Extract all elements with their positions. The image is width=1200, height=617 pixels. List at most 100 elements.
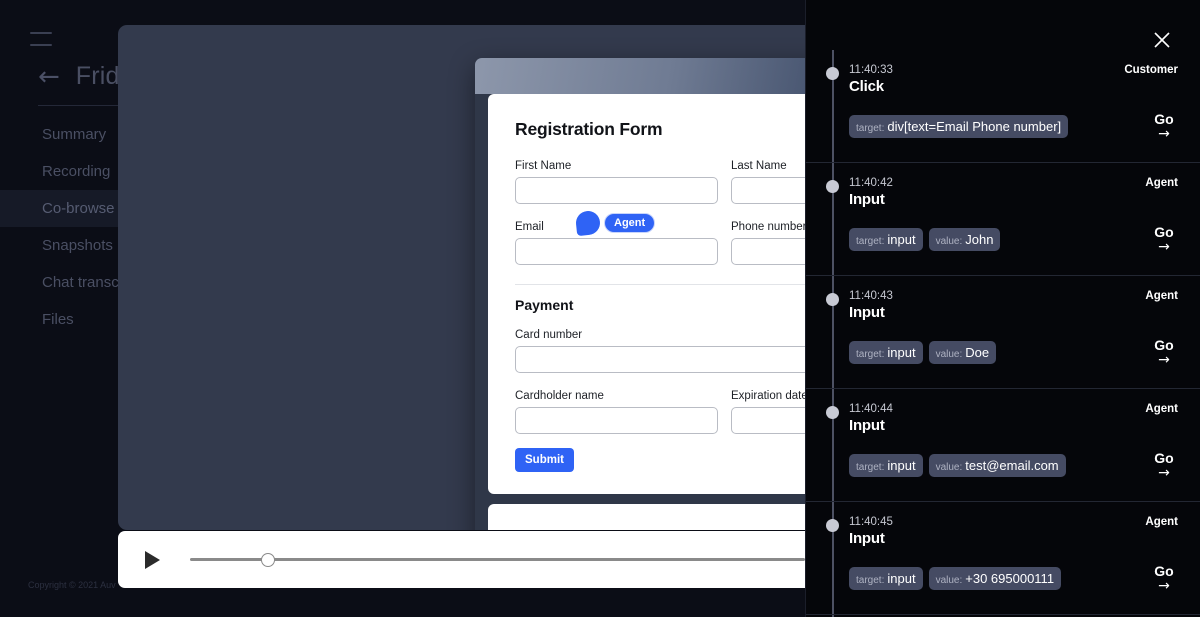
email-input[interactable] <box>515 238 718 265</box>
field-label: Cardholder name <box>515 390 604 402</box>
event-header: 11:40:43 Agent <box>849 290 1178 302</box>
field-label: Card number <box>515 329 583 341</box>
back-arrow-icon[interactable]: ← <box>38 64 60 90</box>
field-first-name: First Name <box>515 160 718 204</box>
event-chip-target: target: input <box>849 341 923 365</box>
arrow-right-icon: → <box>1158 577 1170 594</box>
event-chip-value: value: Doe <box>928 341 997 365</box>
event-actor: Agent <box>1145 177 1178 189</box>
event-actor: Agent <box>1145 403 1178 415</box>
go-button[interactable]: Go → <box>1150 112 1178 141</box>
card-number-input[interactable] <box>515 346 805 373</box>
play-triangle <box>144 550 160 569</box>
chip-value: input <box>887 458 916 474</box>
event-details: target: input value: +30 695000111 Go → <box>849 564 1178 593</box>
scrubber-thumb[interactable] <box>260 552 275 567</box>
event-details: target: input value: test@email.com Go → <box>849 451 1178 480</box>
hamburger-bar <box>30 44 52 46</box>
launch-buttons-strip: launch video launch audio launch callbac… <box>488 504 805 530</box>
chip-key: target: <box>856 349 885 361</box>
event-chip-target: target: div[text=Email Phone number] <box>849 115 1069 139</box>
arrow-right-icon: → <box>1158 464 1170 481</box>
event-item[interactable]: 11:40:42 Agent Input target: input value… <box>806 163 1200 276</box>
arrow-right-icon: → <box>1158 125 1170 142</box>
event-chip-target: target: input <box>849 567 923 591</box>
field-last-name: Last Name <box>731 160 805 204</box>
chip-value: input <box>887 345 916 361</box>
event-type: Click <box>849 78 884 95</box>
sidebar-item-label: Summary <box>42 126 107 143</box>
browser-body: Registration Form First Name Last Name E… <box>475 94 805 530</box>
event-type: Input <box>849 417 885 434</box>
event-type: Input <box>849 191 885 208</box>
field-expiration-date: Expiration date <box>731 390 805 434</box>
field-cardholder-name: Cardholder name <box>515 390 718 434</box>
last-name-input[interactable] <box>731 177 805 204</box>
event-header: 11:40:45 Agent <box>849 516 1178 528</box>
event-timestamp: 11:40:33 <box>849 64 893 76</box>
submit-button[interactable]: Submit <box>515 448 574 472</box>
expiration-date-input[interactable] <box>731 407 805 434</box>
playback-bar <box>118 531 805 588</box>
event-timestamp: 11:40:45 <box>849 516 893 528</box>
event-actor: Agent <box>1145 290 1178 302</box>
chip-value: div[text=Email Phone number] <box>887 119 1062 135</box>
playback-scrubber[interactable] <box>190 552 805 567</box>
browser-chrome-bar <box>475 58 805 94</box>
sidebar-item-label: Files <box>42 311 74 328</box>
close-icon[interactable] <box>1152 30 1172 50</box>
cursor-label: Agent <box>604 213 656 233</box>
hamburger-icon[interactable] <box>30 32 52 46</box>
phone-number-input[interactable] <box>731 238 805 265</box>
timeline-dot <box>826 293 839 306</box>
chip-key: value: <box>935 349 963 361</box>
go-label: Go <box>1154 563 1174 579</box>
chip-key: value: <box>935 575 963 587</box>
timeline-dot <box>826 67 839 80</box>
chip-value: input <box>887 571 916 587</box>
chip-value: +30 695000111 <box>965 571 1055 587</box>
chip-key: value: <box>935 236 963 248</box>
chip-value: test@email.com <box>965 458 1059 474</box>
event-item[interactable]: 11:40:44 Agent Input target: input value… <box>806 389 1200 502</box>
chip-key: target: <box>856 123 885 135</box>
event-item[interactable]: 11:40:43 Agent Input target: input value… <box>806 276 1200 389</box>
event-chip-value: value: John <box>928 228 1001 252</box>
event-chips: target: input value: John <box>849 228 1001 252</box>
chip-key: target: <box>856 575 885 587</box>
first-name-input[interactable] <box>515 177 718 204</box>
cursor-pointer-icon <box>574 209 602 237</box>
go-button[interactable]: Go → <box>1150 225 1178 254</box>
go-label: Go <box>1154 111 1174 127</box>
field-label: First Name <box>515 160 572 172</box>
go-label: Go <box>1154 450 1174 466</box>
field-label: Phone number <box>731 221 805 233</box>
go-button[interactable]: Go → <box>1150 338 1178 367</box>
event-timestamp: 11:40:43 <box>849 290 893 302</box>
chip-value: input <box>887 232 916 248</box>
agent-cursor: Agent <box>574 209 656 237</box>
go-button[interactable]: Go → <box>1150 564 1178 593</box>
event-item[interactable]: 11:40:33 Customer Click target: div[text… <box>806 50 1200 163</box>
play-icon[interactable] <box>140 548 164 572</box>
event-actor: Agent <box>1145 516 1178 528</box>
cardholder-name-input[interactable] <box>515 407 718 434</box>
go-button[interactable]: Go → <box>1150 451 1178 480</box>
form-title: Registration Form <box>515 119 663 139</box>
timeline-dot <box>826 180 839 193</box>
event-chips: target: input value: Doe <box>849 341 997 365</box>
chip-key: target: <box>856 236 885 248</box>
payment-section-title: Payment <box>515 297 574 313</box>
copyright-text: Copyright © 2021 Auv <box>28 580 116 590</box>
sidebar-item-label: Recording <box>42 163 111 180</box>
event-item[interactable]: 11:40:45 Agent Input target: input value… <box>806 502 1200 615</box>
field-card-number: Card number <box>515 329 805 373</box>
event-chips: target: input value: test@email.com <box>849 454 1066 478</box>
timeline-dot <box>826 406 839 419</box>
arrow-right-icon: → <box>1158 351 1170 368</box>
event-actor: Customer <box>1124 64 1178 76</box>
go-label: Go <box>1154 337 1174 353</box>
event-chip-value: value: +30 695000111 <box>928 567 1062 591</box>
event-timestamp: 11:40:44 <box>849 403 893 415</box>
event-header: 11:40:42 Agent <box>849 177 1178 189</box>
